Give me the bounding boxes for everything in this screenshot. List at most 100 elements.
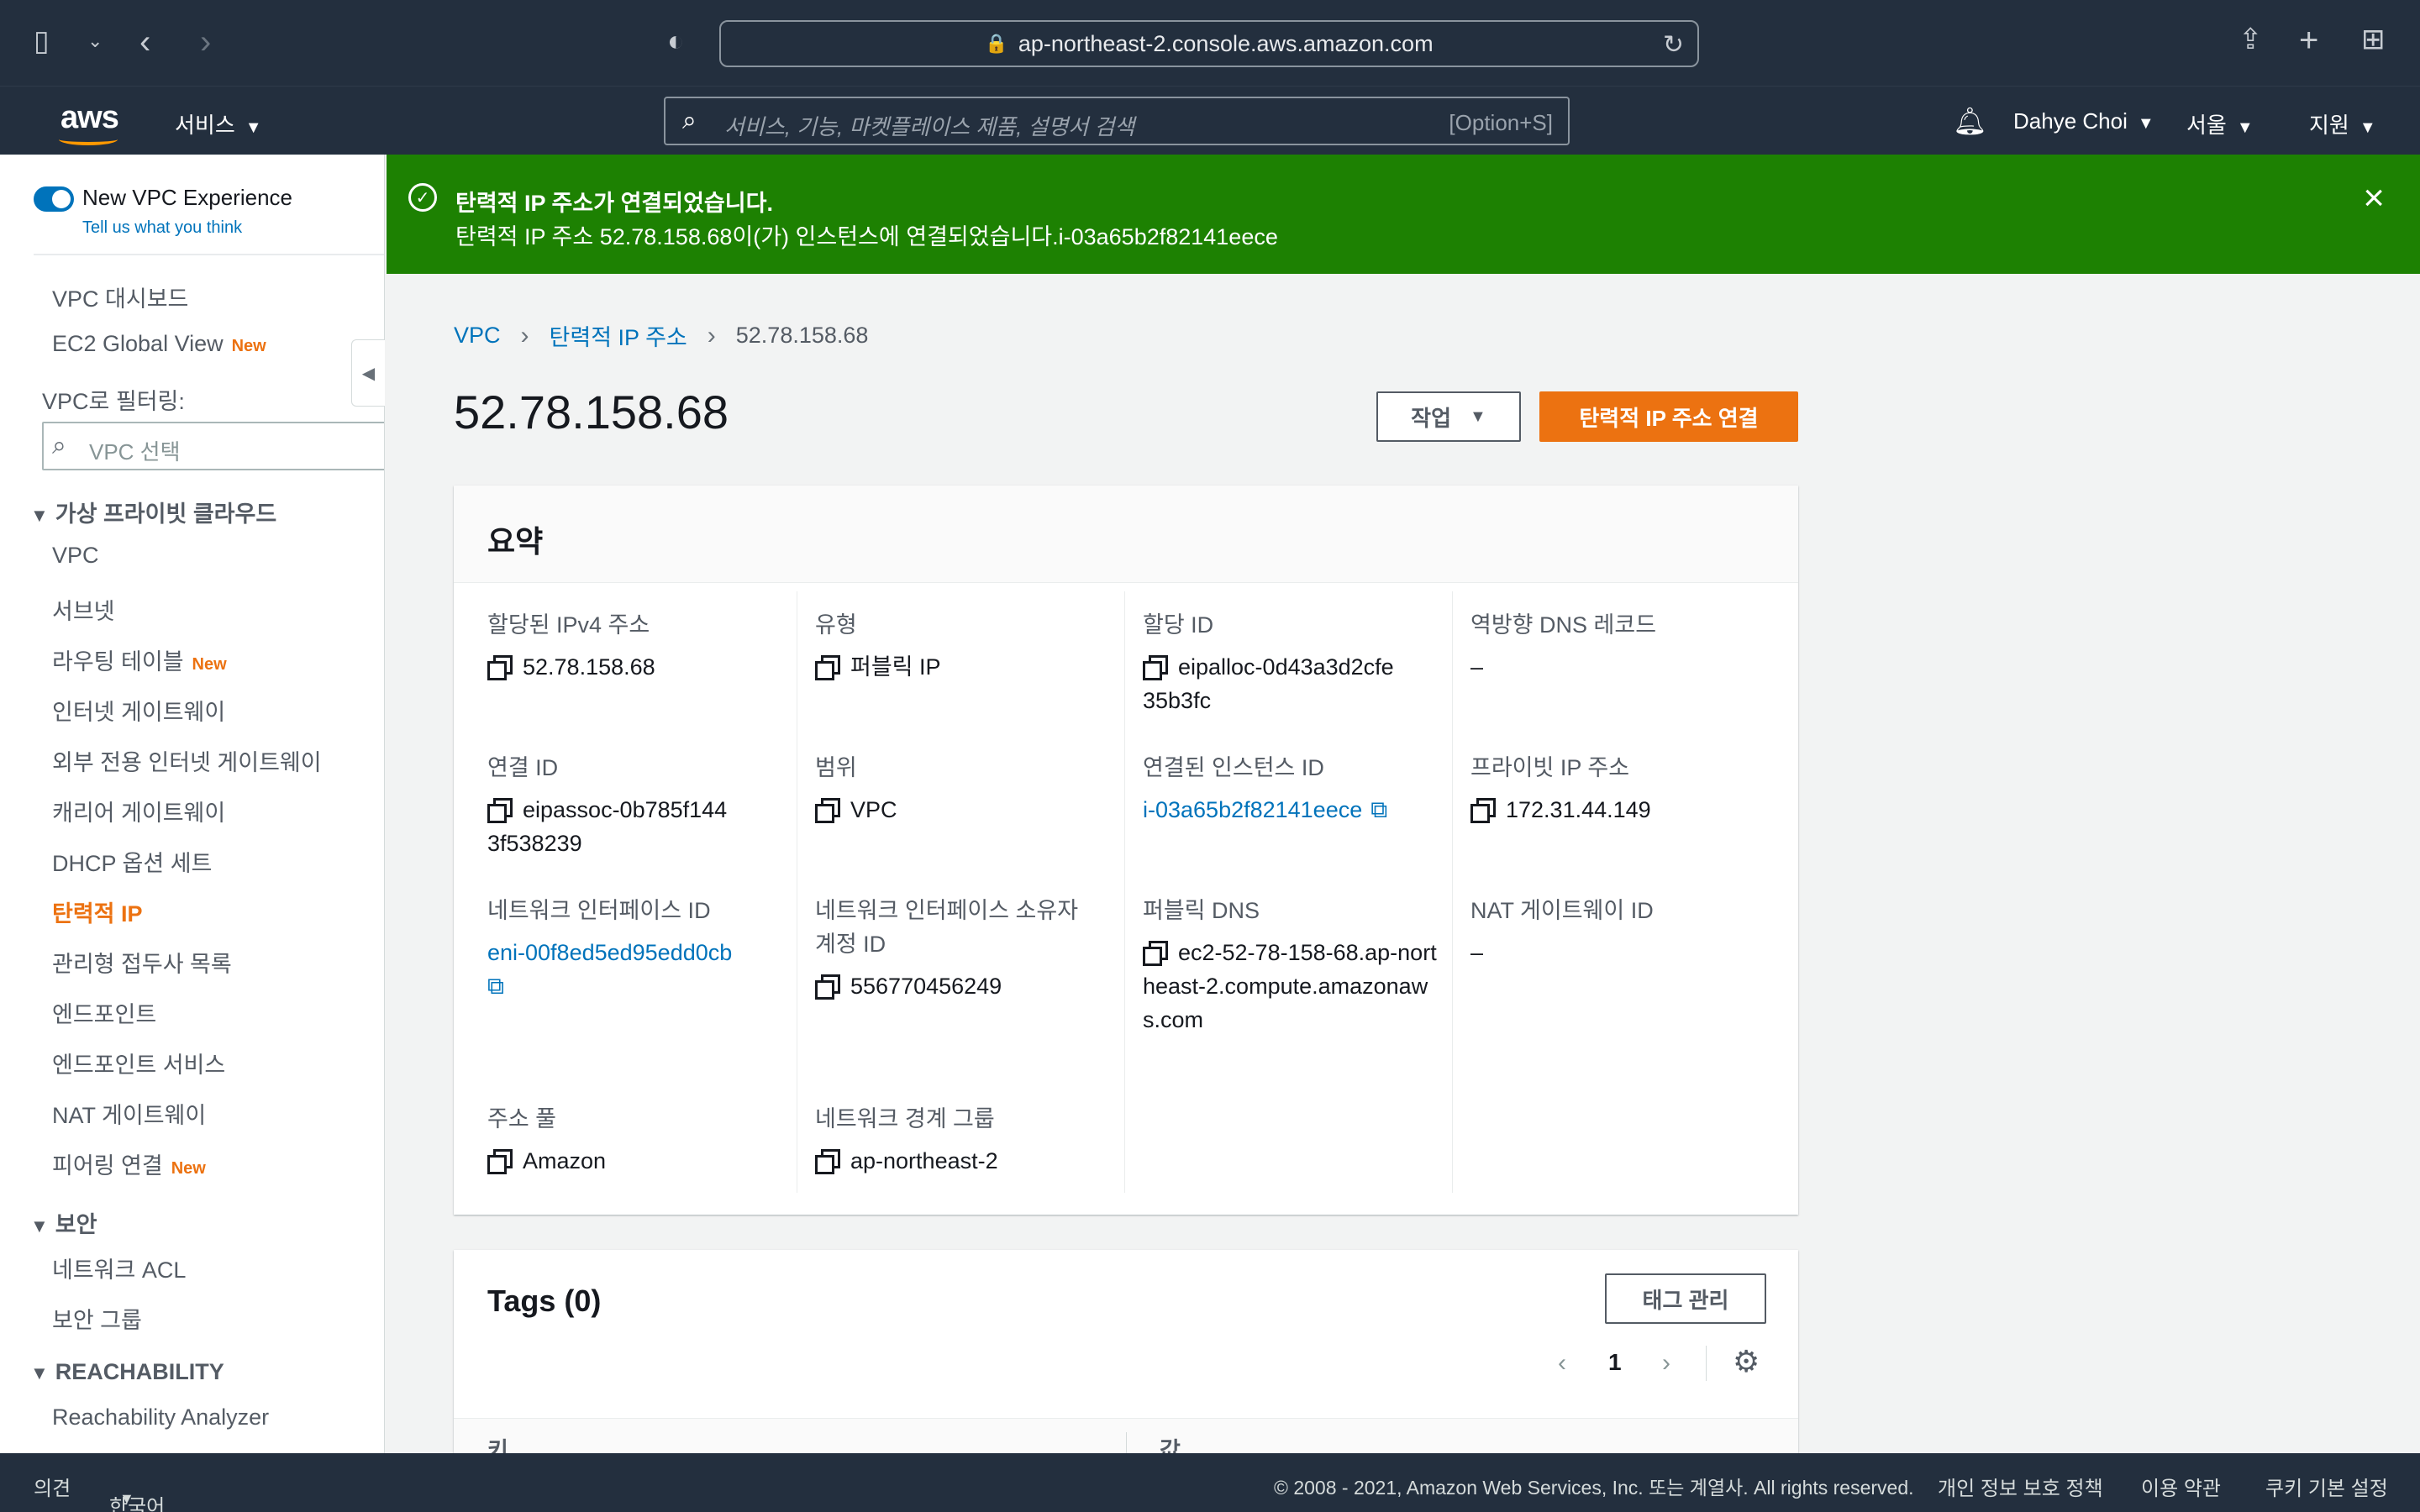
shield-icon[interactable]: ◐	[667, 27, 685, 55]
sidebar-item-egress-only-igw[interactable]: 외부 전용 인터넷 게이트웨이	[52, 744, 322, 777]
field-private-ip: 프라이빗 IP 주소 172.31.44.149	[1470, 751, 1756, 827]
sidebar-item-dhcp-options[interactable]: DHCP 옵션 세트	[52, 845, 212, 878]
search-placeholder: 서비스, 기능, 마켓플레이스 제품, 설명서 검색	[724, 114, 1135, 139]
sidebar-item-endpoint-services[interactable]: 엔드포인트 서비스	[52, 1047, 225, 1079]
address-bar[interactable]: 🔒 ap-northeast-2.console.aws.amazon.com …	[719, 20, 1699, 67]
actions-button[interactable]: 작업 ▼	[1376, 391, 1521, 442]
field-value: 172.31.44.149	[1470, 793, 1756, 827]
field-label: 프라이빗 IP 주소	[1470, 755, 1630, 780]
external-link-icon[interactable]: ⧉	[487, 969, 504, 1003]
search-input[interactable]: ⌕ 서비스, 기능, 마켓플레이스 제품, 설명서 검색 [Option+S]	[664, 97, 1570, 145]
region-menu[interactable]: 서울 ▼	[2186, 108, 2254, 139]
breadcrumb-elastic-ips[interactable]: 탄력적 IP 주소	[550, 319, 687, 352]
caret-down-icon: ▼	[2236, 118, 2254, 137]
services-menu[interactable]: 서비스 ▼	[175, 108, 262, 139]
feedback-link[interactable]: Tell us what you think	[82, 218, 242, 238]
copy-icon[interactable]	[1143, 655, 1168, 680]
sidebar-item-label: Reachability Analyzer	[52, 1404, 270, 1430]
copy-icon[interactable]	[815, 1149, 840, 1174]
previous-page-icon[interactable]: ‹	[1558, 1349, 1566, 1378]
share-icon[interactable]: ⇪	[2238, 25, 2263, 54]
sidebar-item-vpc-dashboard[interactable]: VPC 대시보드	[52, 281, 188, 313]
copy-icon[interactable]	[487, 655, 513, 680]
sidebar-item-vpc[interactable]: VPC	[52, 543, 99, 569]
sidebar-item-carrier-gateways[interactable]: 캐리어 게이트웨이	[52, 795, 225, 827]
copy-icon[interactable]	[487, 1149, 513, 1174]
summary-title: 요약	[487, 524, 544, 559]
sidebar-item-reachability-analyzer[interactable]: Reachability Analyzer	[52, 1404, 269, 1431]
field-label: 범위	[815, 755, 857, 780]
associate-elastic-ip-button[interactable]: 탄력적 IP 주소 연결	[1539, 391, 1798, 442]
caret-down-icon: ▼	[30, 1362, 49, 1383]
terms-link[interactable]: 이용 약관	[2141, 1472, 2221, 1501]
new-tab-icon[interactable]: +	[2299, 24, 2318, 57]
copy-icon[interactable]	[487, 798, 513, 823]
sidebar-item-ec2-global-view[interactable]: EC2 Global View New	[52, 331, 266, 357]
sidebar-item-elastic-ip[interactable]: 탄력적 IP	[52, 895, 143, 928]
column-divider	[1452, 591, 1453, 1193]
chevron-down-icon[interactable]: ⌄	[87, 32, 103, 50]
field-label: 할당 ID	[1143, 612, 1214, 638]
check-circle-icon: ✓	[408, 183, 437, 212]
sidebar-section-reachability[interactable]: ▼ REACHABILITY	[30, 1359, 224, 1385]
chevron-right-icon: ›	[520, 321, 529, 349]
sidebar-item-internet-gateways[interactable]: 인터넷 게이트웨이	[52, 694, 225, 727]
sidebar-item-nat-gateways[interactable]: NAT 게이트웨이	[52, 1097, 206, 1130]
new-vpc-experience-toggle[interactable]	[34, 186, 74, 212]
field-label: 네트워크 경계 그룹	[815, 1106, 995, 1131]
manage-tags-button[interactable]: 태그 관리	[1605, 1273, 1766, 1324]
feedback-link[interactable]: 의견	[34, 1472, 71, 1501]
close-icon[interactable]: ×	[2363, 180, 2385, 217]
bell-icon[interactable]: 🔔︎	[1953, 105, 1987, 137]
sidebar-item-subnets[interactable]: 서브넷	[52, 593, 115, 626]
breadcrumb-vpc[interactable]: VPC	[454, 323, 501, 349]
column-header-value[interactable]: 값	[1160, 1432, 1181, 1453]
column-header-key[interactable]: 키	[487, 1432, 508, 1453]
page-number[interactable]: 1	[1608, 1349, 1622, 1376]
sidebar-item-network-acl[interactable]: 네트워크 ACL	[52, 1252, 186, 1284]
sidebar-item-peering[interactable]: 피어링 연결 New	[52, 1147, 206, 1180]
copy-icon[interactable]	[1470, 798, 1496, 823]
privacy-link[interactable]: 개인 정보 보호 정책	[1938, 1472, 2103, 1501]
vpc-filter-input[interactable]: ⌕ VPC 선택	[42, 422, 384, 470]
cookie-preferences-link[interactable]: 쿠키 기본 설정	[2265, 1472, 2388, 1501]
sidebar-item-endpoints[interactable]: 엔드포인트	[52, 996, 156, 1029]
reload-icon[interactable]: ↻	[1663, 30, 1684, 60]
tab-overview-icon[interactable]: ⊞	[2361, 25, 2386, 54]
forward-icon[interactable]: ›	[200, 25, 211, 59]
copy-icon[interactable]	[815, 974, 840, 1000]
flash-title: 탄력적 IP 주소가 연결되었습니다.	[455, 191, 773, 216]
support-menu[interactable]: 지원 ▼	[2309, 108, 2376, 139]
sidebar-item-label: EC2 Global View	[52, 331, 224, 356]
sidebar-item-label: VPC 대시보드	[52, 286, 189, 312]
field-allocation-id: 할당 ID eipalloc-0d43a3d2cfe35b3fc	[1143, 608, 1395, 717]
collapse-sidebar-button[interactable]: ◀	[351, 339, 385, 407]
copy-icon[interactable]	[815, 798, 840, 823]
sidebar-icon[interactable]: ▯	[34, 27, 50, 55]
caret-down-icon: ▼	[245, 118, 262, 137]
field-label: 네트워크 인터페이스 ID	[487, 898, 711, 923]
eni-link[interactable]: eni-00f8ed5ed95edd0cb	[487, 940, 732, 965]
field-value: i-03a65b2f82141eece ⧉	[1143, 793, 1428, 827]
aws-logo[interactable]: aws	[60, 100, 119, 136]
caret-down-icon: ▼	[1470, 407, 1486, 426]
sidebar-item-security-groups[interactable]: 보안 그룹	[52, 1302, 142, 1335]
copy-icon[interactable]	[815, 655, 840, 680]
copy-icon[interactable]	[1143, 941, 1168, 966]
next-page-icon[interactable]: ›	[1662, 1349, 1670, 1378]
sidebar-section-vpc[interactable]: ▼ 가상 프라이빗 클라우드	[30, 496, 276, 528]
user-menu[interactable]: Dahye Choi ▼	[2013, 108, 2154, 134]
sidebar-item-managed-prefix-lists[interactable]: 관리형 접두사 목록	[52, 946, 232, 979]
external-link-icon[interactable]: ⧉	[1370, 793, 1387, 827]
manage-tags-label: 태그 관리	[1642, 1287, 1729, 1313]
new-badge: New	[192, 655, 227, 674]
gear-icon[interactable]: ⚙	[1733, 1344, 1760, 1379]
sidebar: New VPC Experience Tell us what you thin…	[0, 155, 385, 1453]
lock-icon: 🔒	[985, 33, 1008, 54]
instance-id-link[interactable]: i-03a65b2f82141eece	[1143, 797, 1362, 822]
aws-smile-icon	[59, 134, 118, 145]
back-icon[interactable]: ‹	[139, 25, 150, 59]
sidebar-item-route-tables[interactable]: 라우팅 테이블 New	[52, 643, 227, 676]
section-title: REACHABILITY	[55, 1359, 224, 1384]
sidebar-section-security[interactable]: ▼ 보안	[30, 1206, 97, 1239]
